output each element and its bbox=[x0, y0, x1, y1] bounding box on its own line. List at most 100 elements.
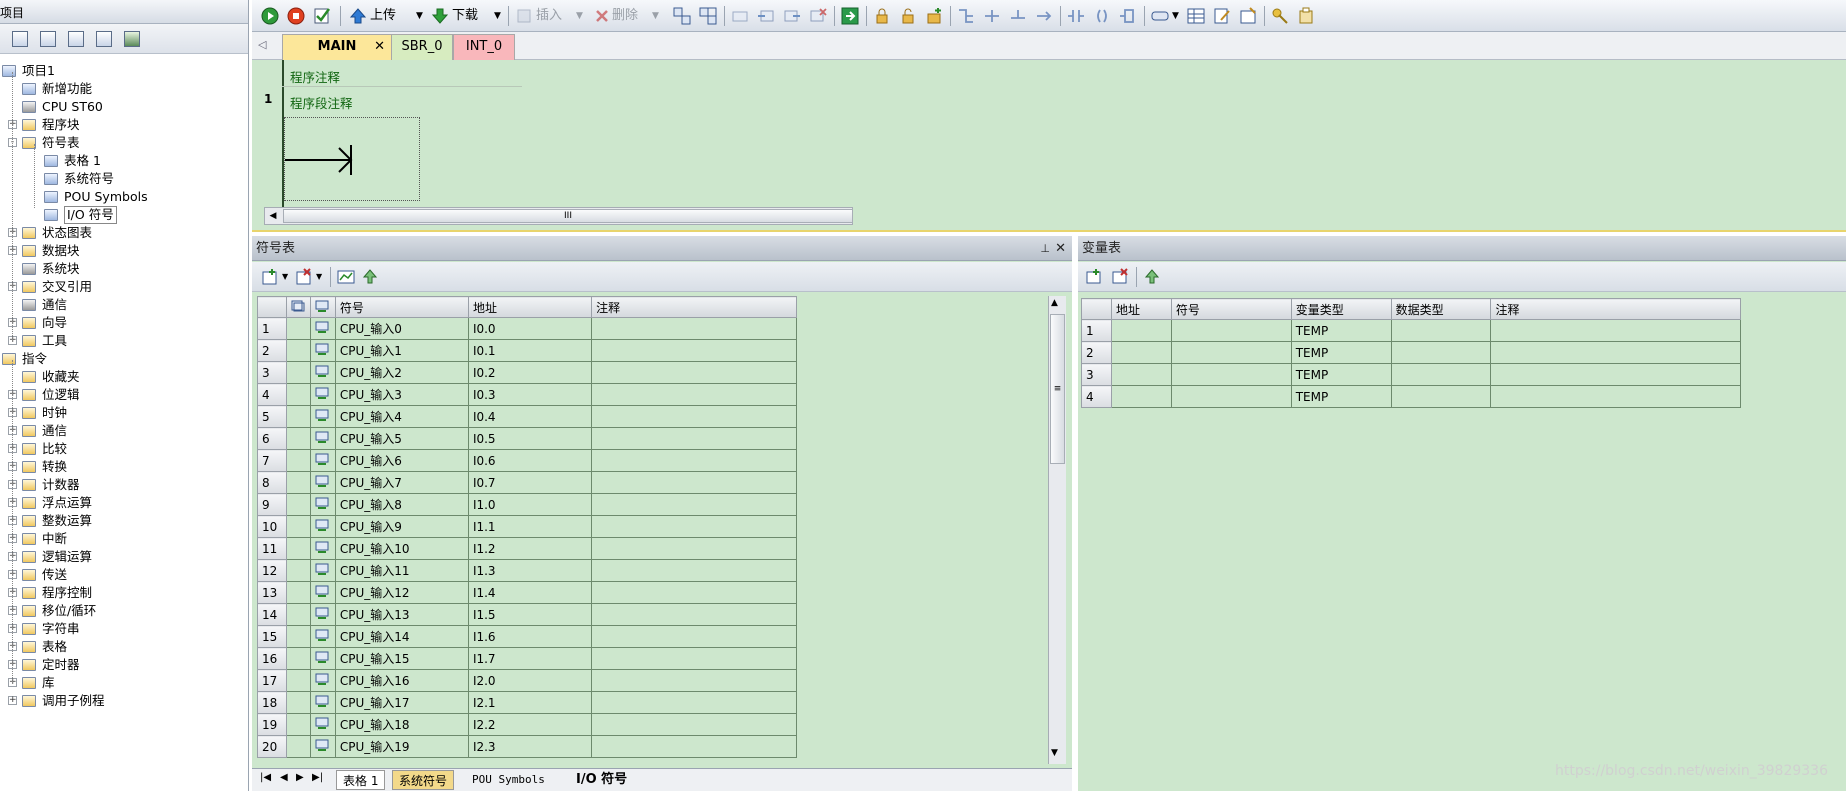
tree-item[interactable]: + 通信 bbox=[0, 422, 249, 440]
symbol-cell[interactable]: CPU_输入13 bbox=[334, 603, 469, 626]
symbol-cell[interactable]: CPU_输入3 bbox=[334, 383, 469, 406]
row-info-cell[interactable] bbox=[285, 647, 312, 670]
row-info-cell[interactable] bbox=[285, 405, 312, 428]
table-row[interactable]: 4 CPU_输入3 I0.3 bbox=[257, 383, 797, 406]
line-down-icon[interactable] bbox=[982, 6, 1002, 26]
apply-icon[interactable] bbox=[360, 267, 380, 287]
symbol-cell[interactable]: CPU_输入17 bbox=[334, 691, 469, 714]
row-info-cell[interactable] bbox=[285, 383, 312, 406]
address-cell[interactable]: I0.3 bbox=[467, 383, 593, 406]
lock-icon[interactable] bbox=[872, 6, 892, 26]
clear-icon[interactable] bbox=[808, 6, 828, 26]
column-header-symbol[interactable]: 符号 bbox=[1170, 298, 1292, 320]
row-type-cell[interactable] bbox=[310, 581, 336, 604]
tree-item[interactable]: + 中断 bbox=[0, 530, 249, 548]
address-cell[interactable]: I2.0 bbox=[467, 669, 593, 692]
symbol-cell[interactable]: CPU_输入16 bbox=[334, 669, 469, 692]
address-cell[interactable]: I1.1 bbox=[467, 515, 593, 538]
tree-item[interactable]: + 数据块 bbox=[0, 242, 249, 260]
tree-item[interactable]: + 程序控制 bbox=[0, 584, 249, 602]
row-type-cell[interactable] bbox=[310, 405, 336, 428]
comment-cell[interactable] bbox=[591, 581, 797, 604]
comment-cell[interactable] bbox=[591, 449, 797, 472]
insert-branch-icon[interactable] bbox=[956, 6, 976, 26]
tree-item[interactable]: + 交叉引用 bbox=[0, 278, 249, 296]
bookmark-icon[interactable] bbox=[1270, 6, 1290, 26]
symbol-cell[interactable]: CPU_输入10 bbox=[334, 537, 469, 560]
tab-scroll-left-icon[interactable]: ◁ bbox=[258, 38, 266, 51]
symbol-cell[interactable]: CPU_输入4 bbox=[334, 405, 469, 428]
line-right-icon[interactable] bbox=[1034, 6, 1054, 26]
symbol-cell[interactable]: CPU_输入1 bbox=[334, 339, 469, 362]
network-comment[interactable]: 程序段注释 bbox=[290, 93, 353, 112]
comment-cell[interactable] bbox=[591, 537, 797, 560]
row-type-cell[interactable] bbox=[310, 449, 336, 472]
table-row[interactable]: 9 CPU_输入8 I1.0 bbox=[257, 493, 797, 516]
address-cell[interactable]: I1.2 bbox=[467, 537, 593, 560]
row-info-cell[interactable] bbox=[285, 669, 312, 692]
tree-item[interactable]: I/O 符号 bbox=[0, 206, 249, 224]
row-info-cell[interactable] bbox=[285, 317, 312, 340]
tree-item[interactable]: + 定时器 bbox=[0, 656, 249, 674]
insert-variable-icon[interactable] bbox=[1084, 267, 1104, 287]
symbol-cell[interactable]: CPU_输入19 bbox=[334, 735, 469, 758]
column-header-comment[interactable]: 注释 bbox=[1490, 298, 1741, 320]
download-icon[interactable] bbox=[430, 6, 450, 26]
address-cell[interactable] bbox=[1110, 319, 1172, 342]
column-header-comment[interactable]: 注释 bbox=[591, 296, 797, 318]
tree-item[interactable]: 收藏夹 bbox=[0, 368, 249, 386]
row-type-cell[interactable] bbox=[310, 317, 336, 340]
comment-cell[interactable] bbox=[1490, 319, 1741, 342]
delete-variable-icon[interactable] bbox=[1110, 267, 1130, 287]
export-icon[interactable] bbox=[782, 6, 802, 26]
row-info-cell[interactable] bbox=[285, 735, 312, 758]
table-row[interactable]: 10 CPU_输入9 I1.1 bbox=[257, 515, 797, 538]
row-type-cell[interactable] bbox=[310, 625, 336, 648]
stop-icon[interactable] bbox=[286, 6, 306, 26]
symbol-cell[interactable]: CPU_输入18 bbox=[334, 713, 469, 736]
table-row[interactable]: 4 TEMP bbox=[1081, 385, 1741, 408]
data-type-cell[interactable] bbox=[1390, 341, 1492, 364]
symbol-cell[interactable]: CPU_输入0 bbox=[334, 317, 469, 340]
scroll-down-icon[interactable]: ▼ bbox=[1051, 748, 1058, 758]
comment-cell[interactable] bbox=[591, 559, 797, 582]
var-type-cell[interactable]: TEMP bbox=[1290, 341, 1392, 364]
download-button[interactable]: 下载 bbox=[452, 6, 478, 26]
chart-icon[interactable] bbox=[336, 267, 356, 287]
symbol-cell[interactable] bbox=[1170, 385, 1292, 408]
insert-button[interactable]: 插入 bbox=[536, 6, 562, 26]
address-cell[interactable]: I0.2 bbox=[467, 361, 593, 384]
scroll-up-icon[interactable]: ▲ bbox=[1051, 298, 1058, 308]
add-row-icon[interactable] bbox=[260, 267, 280, 287]
row-type-cell[interactable] bbox=[310, 603, 336, 626]
symbol-table-grid[interactable]: 符号 地址 注释 1 CPU_输入0 I0.0 2 CPU_输入1 I0.1 3 CPU_输入… bbox=[257, 296, 797, 758]
symbol-cell[interactable]: CPU_输入15 bbox=[334, 647, 469, 670]
table-row[interactable]: 17 CPU_输入16 I2.0 bbox=[257, 669, 797, 692]
address-cell[interactable]: I0.6 bbox=[467, 449, 593, 472]
tab-main[interactable]: MAIN ✕ bbox=[282, 34, 392, 60]
comment-cell[interactable] bbox=[591, 427, 797, 450]
table-row[interactable]: 8 CPU_输入7 I0.7 bbox=[257, 471, 797, 494]
contact-no-icon[interactable] bbox=[1066, 6, 1086, 26]
go-online-icon[interactable] bbox=[840, 6, 860, 26]
tree-item[interactable]: + 位逻辑 bbox=[0, 386, 249, 404]
tree-item[interactable]: 表格 1 bbox=[0, 152, 249, 170]
close-icon[interactable]: ✕ bbox=[374, 35, 385, 59]
tree-item[interactable]: - 符号表 bbox=[0, 134, 249, 152]
tree-item[interactable]: + 比较 bbox=[0, 440, 249, 458]
symbol-table-vertical-scrollbar[interactable]: ▲ ≡ ▼ bbox=[1048, 296, 1066, 764]
tree-item[interactable]: POU Symbols bbox=[0, 188, 249, 206]
row-type-cell[interactable] bbox=[310, 361, 336, 384]
row-type-cell[interactable] bbox=[310, 515, 336, 538]
tree-item[interactable]: 系统符号 bbox=[0, 170, 249, 188]
delete-dropdown-icon[interactable]: ▼ bbox=[316, 270, 322, 284]
coil-icon[interactable] bbox=[1092, 6, 1112, 26]
table-row[interactable]: 7 CPU_输入6 I0.6 bbox=[257, 449, 797, 472]
tree-item[interactable]: 系统块 bbox=[0, 260, 249, 278]
upload-button[interactable]: 上传 bbox=[370, 6, 396, 26]
data-type-cell[interactable] bbox=[1390, 319, 1492, 342]
row-type-cell[interactable] bbox=[310, 669, 336, 692]
address-cell[interactable]: I1.5 bbox=[467, 603, 593, 626]
scroll-thumb[interactable]: III bbox=[283, 209, 853, 223]
upload-dropdown-icon[interactable]: ▼ bbox=[416, 6, 423, 26]
